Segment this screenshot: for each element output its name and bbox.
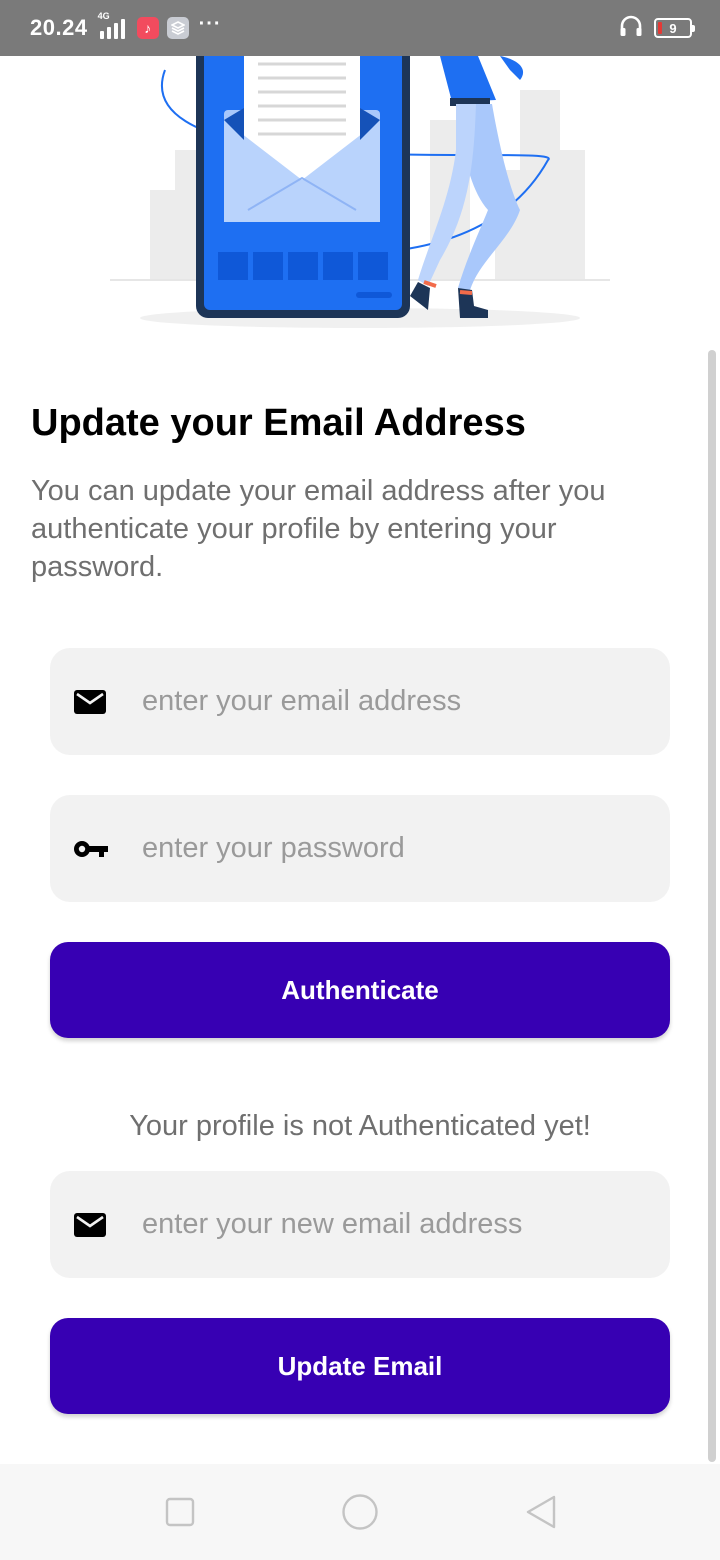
password-input[interactable] <box>142 795 652 902</box>
email-field-container[interactable] <box>50 648 670 755</box>
battery-level: 9 <box>669 20 677 36</box>
status-bar: 20.24 4G ♪ ··· 9 <box>0 0 720 56</box>
email-input[interactable] <box>142 648 652 755</box>
page-title: Update your Email Address <box>31 402 526 444</box>
recent-apps-icon[interactable] <box>160 1492 200 1532</box>
new-email-input[interactable] <box>142 1171 652 1278</box>
update-email-button[interactable]: Update Email <box>50 1318 670 1414</box>
mail-icon <box>72 684 108 720</box>
system-navigation-bar <box>0 1464 720 1560</box>
password-field-container[interactable] <box>50 795 670 902</box>
scroll-indicator[interactable] <box>708 350 716 1462</box>
email-illustration <box>0 56 720 346</box>
back-icon[interactable] <box>520 1492 560 1532</box>
new-email-field-container[interactable] <box>50 1171 670 1278</box>
auth-status-message: Your profile is not Authenticated yet! <box>129 1110 591 1142</box>
more-notifications-icon: ··· <box>198 12 222 35</box>
mail-icon <box>72 1207 108 1243</box>
status-time: 20.24 <box>30 15 88 40</box>
authenticate-button[interactable]: Authenticate <box>50 942 670 1038</box>
music-app-icon: ♪ <box>136 17 159 39</box>
home-icon[interactable] <box>340 1492 380 1532</box>
page-description: You can update your email address after … <box>31 475 606 583</box>
battery-icon: 9 <box>654 18 695 38</box>
network-type: 4G <box>97 11 110 21</box>
layers-app-icon <box>166 17 189 39</box>
key-icon <box>72 831 108 867</box>
headphones-icon <box>618 13 644 44</box>
signal-icon: 4G <box>98 11 125 39</box>
